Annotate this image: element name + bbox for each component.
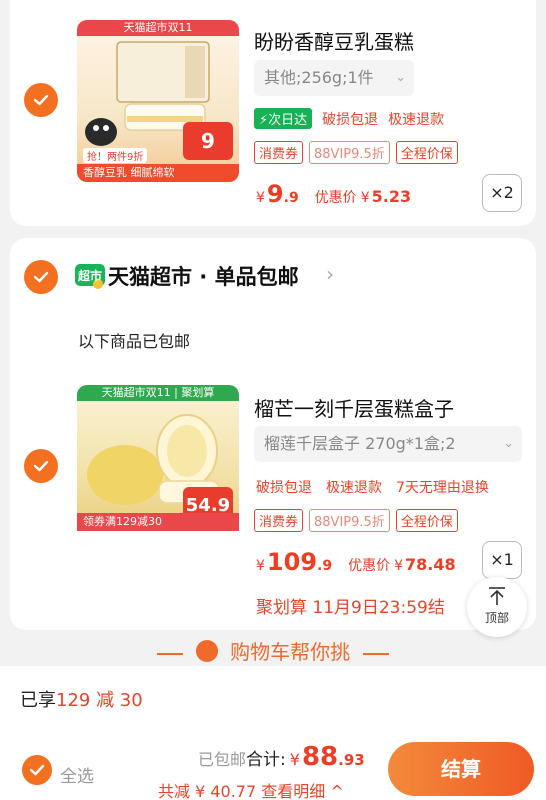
back-to-top-label: 顶部: [484, 611, 509, 625]
next-day-tag: ⚡次日达: [254, 108, 313, 129]
service-tag: 极速退款: [326, 480, 382, 496]
thumb-bottom-bar: 香醇豆乳 细腻绵软: [77, 164, 239, 182]
chevron-down-icon: ⌄: [503, 436, 514, 451]
discount-price: 78.48: [405, 555, 456, 574]
heart-icon: [195, 640, 218, 662]
price: 109: [266, 548, 318, 576]
select-all-checkbox[interactable]: [22, 755, 52, 785]
discount-label: 优惠价: [314, 190, 357, 206]
checkout-button[interactable]: 结算: [388, 742, 534, 796]
discount-label: 优惠价: [348, 558, 391, 574]
service-tag: 破损包退: [322, 111, 379, 128]
cart-helper-text: 购物车帮你挑: [230, 640, 351, 664]
service-tags: ⚡次日达 破损包退 极速退款: [254, 108, 444, 129]
chevron-down-icon: ⌄: [395, 70, 406, 85]
thumb-bottom-bar: 领券满129减30: [77, 513, 239, 531]
product-title[interactable]: 盼盼香醇豆乳蛋糕: [254, 26, 414, 55]
service-tag: 极速退款: [388, 111, 445, 128]
select-all-label[interactable]: 全选: [60, 762, 94, 787]
service-tags: 破损包退 极速退款 7天无理由退换: [256, 477, 489, 497]
spec-selector[interactable]: 榴莲千层盒子 270g*1盒;2 ⌄: [254, 426, 522, 462]
price-row: ¥ 109 .9 优惠价 ¥ 78.48: [256, 548, 456, 576]
discount-price: 5.23: [371, 187, 412, 206]
promo-tags: 消费券 88VIP9.5折 全程价保: [254, 141, 458, 164]
total-label: 合计:: [246, 750, 286, 770]
quantity-stepper[interactable]: ×1: [482, 541, 522, 579]
check-icon: [33, 271, 49, 283]
coupon-tag: 消费券: [254, 509, 304, 532]
promo-tags: 消费券 88VIP9.5折 全程价保: [254, 509, 458, 532]
quantity-stepper[interactable]: ×2: [482, 174, 522, 212]
total-amount: 88: [301, 742, 339, 772]
free-shipping-label: 已包邮: [198, 750, 247, 769]
price-row: ¥ 9 .9 优惠价 ¥ 5.23: [256, 180, 412, 208]
thumb-price-box: 9: [183, 122, 233, 160]
juhuasuan-countdown: 聚划算 11月9日23:59结: [256, 598, 445, 618]
spec-text: 其他;256g;1件: [264, 68, 374, 87]
product-title[interactable]: 榴芒一刻千层蛋糕盒子: [254, 393, 454, 422]
view-details-link[interactable]: 共减 ¥ 40.77 查看明细 ^: [158, 778, 344, 800]
free-shipping-note: 以下商品已包邮: [78, 332, 191, 351]
price: 9: [266, 180, 284, 208]
spec-selector[interactable]: 其他;256g;1件 ⌄: [254, 60, 414, 96]
check-icon: [29, 764, 45, 776]
service-tag: 破损包退: [256, 480, 312, 496]
vip-tag: 88VIP9.5折: [309, 509, 390, 532]
price-protect-tag: 全程价保: [395, 141, 458, 164]
check-icon: [33, 460, 49, 472]
coupon-tag: 消费券: [254, 141, 304, 164]
chevron-right-icon[interactable]: ›: [326, 262, 334, 286]
cart-helper-banner[interactable]: 购物车帮你挑: [0, 636, 546, 665]
discount-summary: 已享129 减 30: [20, 690, 143, 711]
service-tag: 7天无理由退换: [396, 480, 489, 496]
back-to-top-button[interactable]: 顶部: [467, 577, 527, 637]
thumb-tag: 抢！两件9折: [83, 148, 148, 163]
item-checkbox[interactable]: [24, 449, 58, 483]
tmall-supermarket-logo: 超市: [74, 262, 108, 290]
store-checkbox[interactable]: [24, 260, 58, 294]
spec-text: 榴莲千层盒子 270g*1盒;2: [264, 434, 456, 453]
total-line: 已包邮 合计: ¥ 88 .93: [198, 742, 365, 772]
product-image[interactable]: 天猫超市双11 | 聚划算 54.9 领券满129减30: [77, 385, 239, 547]
vip-tag: 88VIP9.5折: [309, 141, 390, 164]
price-protect-tag: 全程价保: [395, 509, 458, 532]
check-icon: [33, 94, 49, 106]
store-name[interactable]: 天猫超市 · 单品包邮: [108, 261, 299, 291]
product-image[interactable]: 天猫超市双11 抢！两件9折 9 香醇豆乳 细腻绵软: [77, 20, 239, 182]
arrow-up-icon: [489, 587, 505, 605]
item-checkbox[interactable]: [24, 83, 58, 117]
